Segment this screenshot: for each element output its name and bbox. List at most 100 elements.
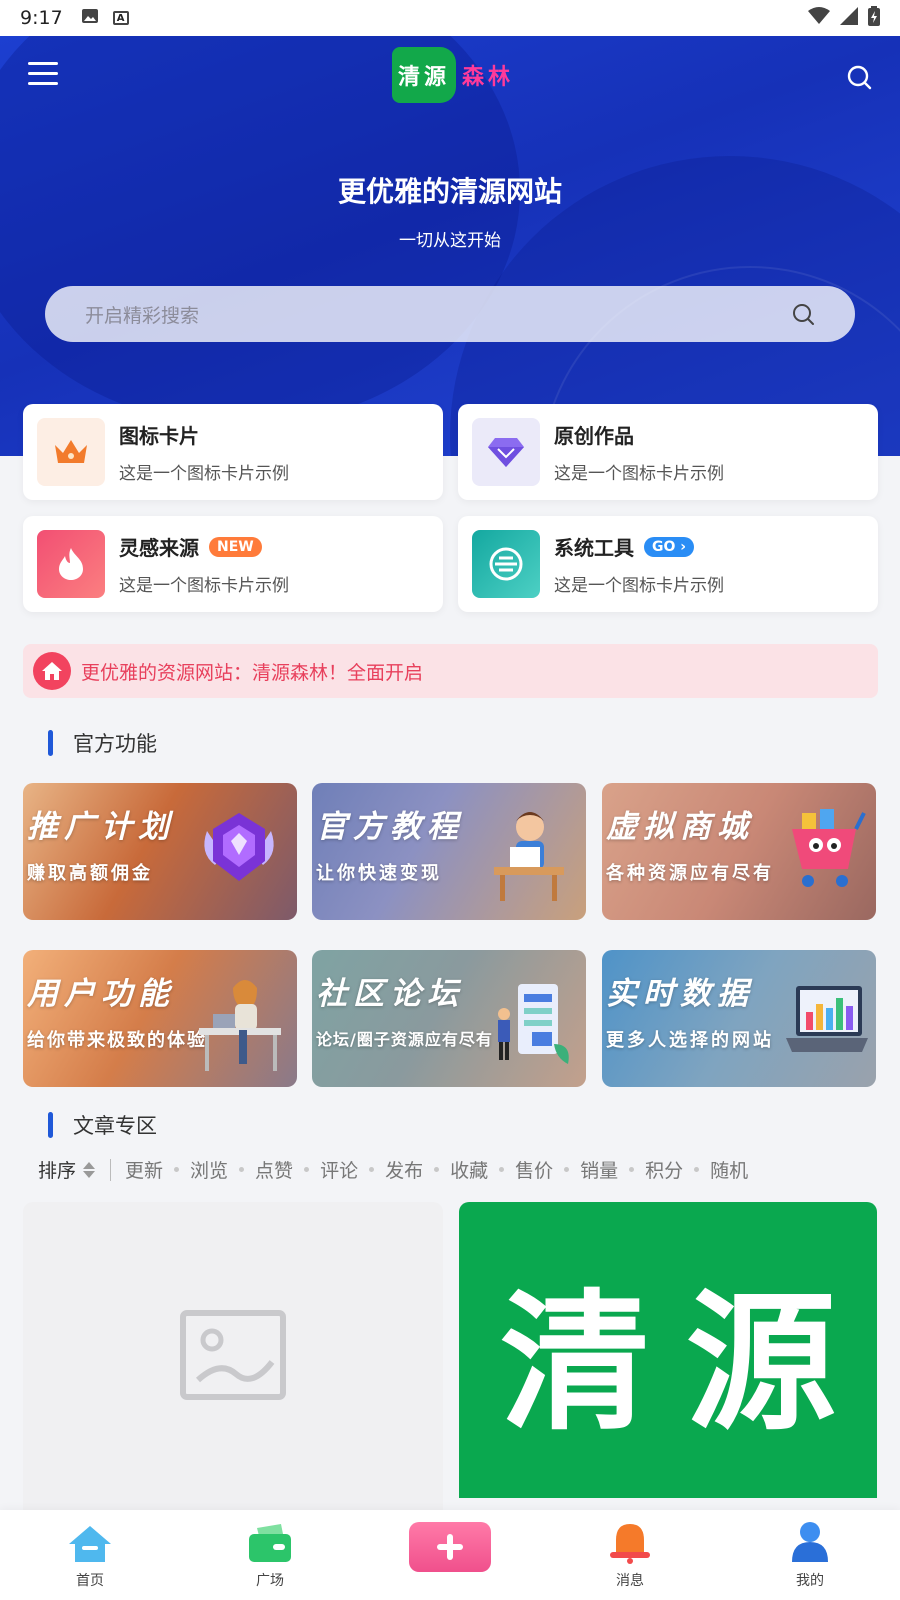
crown-icon [37, 418, 105, 486]
home-icon [67, 1524, 113, 1568]
card-desc: 这是一个图标卡片示例 [554, 576, 724, 596]
plus-icon[interactable] [409, 1522, 491, 1572]
sort-option-random[interactable]: 随机 [710, 1156, 748, 1183]
shopping-cart-icon [786, 803, 870, 897]
card-title: 系统工具 [554, 536, 634, 560]
hero-title: 更优雅的清源网站 [337, 175, 562, 208]
sort-option-comments[interactable]: 评论 [320, 1156, 358, 1183]
nav-profile[interactable]: 我的 [720, 1510, 900, 1600]
tile-subtitle: 给你带来极致的体验 [27, 1030, 207, 1051]
laptop-chart-icon [782, 978, 872, 1072]
separator-dot [304, 1167, 310, 1172]
sort-option-likes[interactable]: 点赞 [255, 1156, 293, 1183]
divider [110, 1158, 112, 1181]
search-placeholder: 开启精彩搜索 [85, 304, 200, 327]
section-marker [48, 1112, 53, 1138]
tile-community-forum[interactable]: 社区论坛 论坛/圈子资源应有尽有 [312, 950, 586, 1087]
nav-label: 我的 [796, 1573, 824, 1589]
separator-dot [564, 1167, 570, 1172]
nav-messages[interactable]: 消息 [540, 1510, 720, 1600]
section-title-text: 文章专区 [73, 1114, 157, 1138]
feature-card-icon-card[interactable]: 图标卡片 这是一个图标卡片示例 [23, 404, 443, 500]
user-icon [788, 1520, 832, 1568]
sort-option-views[interactable]: 浏览 [190, 1156, 228, 1183]
desk-worker-icon [199, 974, 283, 1078]
sort-arrows-icon [83, 1161, 96, 1178]
search-input[interactable]: 开启精彩搜索 [45, 286, 855, 342]
sort-option-sales[interactable]: 销量 [580, 1156, 618, 1183]
diamond-icon [472, 418, 540, 486]
sort-toggle[interactable]: 排序 [38, 1156, 96, 1183]
tile-title: 官方教程 [316, 809, 464, 845]
signal-icon [840, 6, 858, 30]
sort-option-published[interactable]: 发布 [385, 1156, 423, 1183]
tile-title: 社区论坛 [316, 976, 464, 1012]
article-cover-text: 清源 [499, 1276, 872, 1451]
status-bar: 9:17 A [0, 0, 900, 36]
nav-label: 消息 [616, 1573, 644, 1589]
site-logo[interactable]: 清源 森林 [392, 47, 514, 103]
nav-home[interactable]: 首页 [0, 1510, 180, 1600]
separator-dot [629, 1167, 635, 1172]
sort-option-update[interactable]: 更新 [125, 1156, 163, 1183]
tile-official-tutorial[interactable]: 官方教程 让你快速变现 [312, 783, 586, 920]
tile-virtual-mall[interactable]: 虚拟商城 各种资源应有尽有 [602, 783, 876, 920]
nav-publish[interactable] [360, 1510, 540, 1600]
status-time: 9:17 [20, 7, 63, 29]
image-placeholder-icon [180, 1310, 286, 1404]
article-card[interactable] [23, 1202, 443, 1512]
new-badge: NEW [209, 536, 262, 557]
feature-card-inspiration[interactable]: 灵感来源 NEW 这是一个图标卡片示例 [23, 516, 443, 612]
sort-option-points[interactable]: 积分 [645, 1156, 683, 1183]
tile-subtitle: 赚取高额佣金 [27, 863, 153, 884]
bottom-nav: 首页 广场 消息 我的 [0, 1510, 900, 1600]
card-title: 灵感来源 [119, 536, 199, 560]
tile-realtime-data[interactable]: 实时数据 更多人选择的网站 [602, 950, 876, 1087]
image-notification-icon [81, 7, 99, 29]
a-notification-icon: A [112, 11, 129, 25]
bell-icon [608, 1522, 652, 1568]
hero-banner: 清源 森林 更优雅的清源网站 一切从这开始 开启精彩搜索 [0, 36, 900, 456]
tile-subtitle: 论坛/圈子资源应有尽有 [316, 1030, 493, 1049]
sort-option-favorites[interactable]: 收藏 [450, 1156, 488, 1183]
wifi-icon [808, 6, 830, 30]
flame-icon [37, 530, 105, 598]
separator-dot [239, 1167, 245, 1172]
announcement-bar[interactable]: 更优雅的资源网站：清源森林！全面开启 [23, 644, 878, 698]
search-icon[interactable] [791, 302, 815, 326]
hero-subtitle: 一切从这开始 [399, 231, 501, 251]
separator-dot [174, 1167, 180, 1172]
menu-icon[interactable] [28, 62, 58, 88]
tile-title: 用户功能 [27, 976, 175, 1012]
reading-kid-icon [488, 803, 568, 907]
section-title-official: 官方功能 [48, 728, 157, 758]
separator-dot [434, 1167, 440, 1172]
section-title-text: 官方功能 [73, 732, 157, 756]
battery-icon [868, 5, 880, 31]
article-card[interactable]: 清源 [459, 1202, 877, 1498]
card-title: 图标卡片 [119, 424, 199, 448]
section-marker [48, 730, 53, 756]
home-icon [33, 652, 71, 690]
sort-bar: 排序 更新 浏览 点赞 评论 发布 收藏 售价 销量 积分 随机 [38, 1156, 748, 1183]
nav-label: 首页 [76, 1573, 104, 1589]
announcement-text: 更优雅的资源网站：清源森林！全面开启 [81, 661, 424, 684]
feature-card-original-works[interactable]: 原创作品 这是一个图标卡片示例 [458, 404, 878, 500]
search-icon[interactable] [846, 64, 872, 90]
medal-icon [199, 803, 279, 897]
sort-option-price[interactable]: 售价 [515, 1156, 553, 1183]
tile-title: 推广计划 [27, 809, 175, 845]
card-desc: 这是一个图标卡片示例 [119, 464, 289, 484]
nav-square[interactable]: 广场 [180, 1510, 360, 1600]
tile-subtitle: 更多人选择的网站 [606, 1030, 774, 1051]
separator-dot [369, 1167, 375, 1172]
tile-title: 虚拟商城 [606, 809, 754, 845]
tile-user-features[interactable]: 用户功能 给你带来极致的体验 [23, 950, 297, 1087]
wallet-icon [247, 1524, 293, 1568]
card-desc: 这是一个图标卡片示例 [554, 464, 724, 484]
feature-card-system-tools[interactable]: 系统工具 GO › 这是一个图标卡片示例 [458, 516, 878, 612]
sort-label: 排序 [38, 1160, 77, 1182]
go-badge[interactable]: GO › [644, 536, 695, 557]
tile-subtitle: 让你快速变现 [316, 863, 442, 884]
tile-promotion-plan[interactable]: 推广计划 赚取高额佣金 [23, 783, 297, 920]
